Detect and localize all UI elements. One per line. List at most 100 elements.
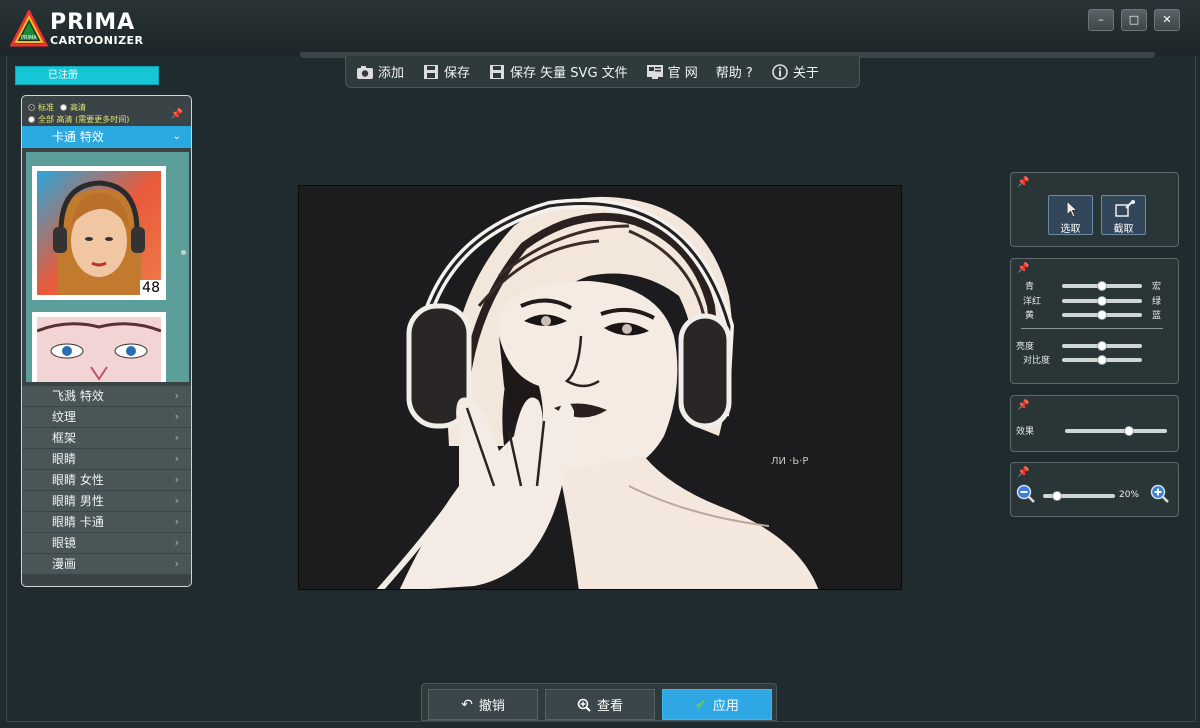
website-icon — [646, 64, 663, 79]
effect-thumbnail[interactable] — [32, 312, 166, 382]
menu-website-label: 官 网 — [667, 66, 698, 81]
pin-icon[interactable]: 📌 — [1017, 263, 1029, 274]
effects-panel: 标准 高清 全部 高清 (需要更多时间) 📌 卡通 特效 ⌄ 48 飞溅 特效 … — [21, 95, 192, 587]
zoom-out-icon[interactable] — [1016, 484, 1036, 504]
menu-save[interactable]: 保存 — [422, 62, 470, 81]
color-adjust-panel: 📌 青 宏 洋红 绿 黄 蓝 亮度 对比度 — [1010, 258, 1179, 384]
maximize-icon: □ — [1128, 13, 1140, 26]
logo-triangle-icon: PRIMA — [10, 10, 48, 47]
green-label: 绿 — [1152, 297, 1162, 307]
menu-add[interactable]: 添加 — [356, 62, 404, 81]
menu-save-svg[interactable]: 保存 矢量 SVG 文件 — [488, 62, 628, 81]
main-menu: 添加 保存 保存 矢量 SVG 文件 官 网 帮助 ? 关于 — [345, 56, 860, 88]
floppy-icon — [424, 64, 439, 79]
image-canvas[interactable]: ЛИ ·Ь·Р — [298, 185, 902, 590]
section-eyes-cartoon[interactable]: 眼睛 卡通 › — [22, 512, 191, 533]
section-frame[interactable]: 框架 › — [22, 428, 191, 449]
contrast-label: 对比度 — [1023, 356, 1051, 366]
selection-tools-panel: 📌 选取 截取 — [1010, 172, 1179, 247]
undo-label: 撤销 — [478, 699, 505, 714]
effect-thumbnail[interactable]: 48 — [32, 166, 166, 300]
menu-help-label: 帮助 ? — [715, 66, 753, 81]
quality-row-2: 全部 高清 (需要更多时间) — [28, 114, 129, 125]
effect-panel: 📌 效果 — [1010, 395, 1179, 452]
section-label: 飞溅 特效 — [52, 389, 104, 403]
menu-website[interactable]: 官 网 — [646, 62, 698, 81]
pin-icon[interactable]: 📌 — [1017, 467, 1029, 478]
chevron-down-icon: ⌄ — [172, 131, 181, 142]
effect-slider[interactable] — [1065, 429, 1167, 433]
undo-button[interactable]: ↶ 撤销 — [428, 689, 538, 720]
radio-standard[interactable] — [28, 104, 35, 111]
section-label: 眼睛 男性 — [52, 494, 104, 508]
brightness-slider-row: 亮度 — [1011, 339, 1180, 353]
section-eyes[interactable]: 眼睛 › — [22, 449, 191, 470]
section-cartoon-effects[interactable]: 卡通 特效 ⌄ — [22, 126, 191, 148]
chevron-right-icon: › — [174, 473, 179, 486]
camera-icon — [357, 65, 373, 79]
section-texture[interactable]: 纹理 › — [22, 407, 191, 428]
crop-button[interactable]: 截取 — [1101, 195, 1146, 235]
title-bar: PRIMA PRIMA CARTOONIZER – □ ✕ — [0, 0, 1200, 56]
select-label: 选取 — [1060, 224, 1081, 235]
effect-label: 效果 — [1016, 427, 1035, 437]
red-label: 宏 — [1152, 282, 1162, 292]
section-comic[interactable]: 漫画 › — [22, 554, 191, 575]
section-glasses[interactable]: 眼镜 › — [22, 533, 191, 554]
section-splash-effects[interactable]: 飞溅 特效 › — [22, 386, 191, 407]
crop-icon — [1115, 200, 1135, 217]
select-button[interactable]: 选取 — [1048, 195, 1093, 235]
pin-icon[interactable]: 📌 — [171, 109, 183, 120]
section-label: 纹理 — [52, 410, 77, 424]
menu-help[interactable]: 帮助 ? — [716, 62, 753, 81]
close-button[interactable]: ✕ — [1154, 9, 1180, 31]
blue-label: 蓝 — [1152, 311, 1162, 321]
minimize-icon: – — [1098, 13, 1104, 26]
quality-full-hd-label: 全部 高清 (需要更多时间) — [38, 115, 130, 124]
section-label: 眼睛 — [52, 452, 77, 466]
menu-save-label: 保存 — [444, 66, 471, 81]
section-eyes-female[interactable]: 眼睛 女性 › — [22, 470, 191, 491]
minimize-button[interactable]: – — [1088, 9, 1114, 31]
chevron-right-icon: › — [174, 494, 179, 507]
section-label: 眼睛 卡通 — [52, 515, 104, 529]
chevron-right-icon: › — [174, 410, 179, 423]
pin-icon[interactable]: 📌 — [1017, 400, 1029, 411]
brightness-slider-knob[interactable] — [1097, 341, 1107, 351]
contrast-slider-knob[interactable] — [1097, 355, 1107, 365]
quality-standard-label: 标准 — [38, 103, 54, 112]
checkmark-icon: ✔ — [695, 696, 707, 713]
apply-button[interactable]: ✔ 应用 — [662, 689, 772, 720]
effect-slider-knob[interactable] — [1124, 426, 1134, 436]
cyan-red-slider-knob[interactable] — [1097, 281, 1107, 291]
contrast-slider-row: 对比度 — [1011, 353, 1180, 367]
section-label: 眼睛 女性 — [52, 473, 104, 487]
zoom-slider-knob[interactable] — [1052, 491, 1062, 501]
view-button[interactable]: 查看 — [545, 689, 655, 720]
apply-label: 应用 — [712, 699, 739, 714]
yellow-blue-slider-knob[interactable] — [1097, 310, 1107, 320]
registered-badge[interactable]: 已注册 — [15, 66, 159, 85]
magenta-green-slider-knob[interactable] — [1097, 296, 1107, 306]
cyan-red-slider-row: 青 宏 — [1011, 279, 1180, 293]
radio-full-hd[interactable] — [28, 116, 35, 123]
section-eyes-male[interactable]: 眼睛 男性 › — [22, 491, 191, 512]
chevron-right-icon: › — [174, 536, 179, 549]
crop-label: 截取 — [1113, 224, 1134, 235]
scroll-indicator[interactable] — [181, 250, 186, 255]
cursor-icon — [1066, 200, 1079, 218]
radio-hd[interactable] — [60, 104, 67, 111]
action-bar: ↶ 撤销 查看 ✔ 应用 — [421, 683, 777, 721]
effect-thumbnails: 48 — [26, 152, 189, 382]
pin-icon[interactable]: 📌 — [1017, 177, 1029, 188]
section-label: 眼镜 — [52, 536, 77, 550]
zoom-in-icon[interactable] — [1150, 484, 1170, 504]
yellow-blue-slider-row: 黄 蓝 — [1011, 308, 1180, 322]
floppy-icon — [490, 64, 505, 79]
chevron-right-icon: › — [174, 557, 179, 570]
maximize-button[interactable]: □ — [1121, 9, 1147, 31]
view-label: 查看 — [596, 699, 623, 714]
thumbnail-count: 48 — [140, 280, 162, 296]
magenta-green-slider-row: 洋红 绿 — [1011, 294, 1180, 308]
menu-about[interactable]: 关于 — [771, 62, 819, 81]
